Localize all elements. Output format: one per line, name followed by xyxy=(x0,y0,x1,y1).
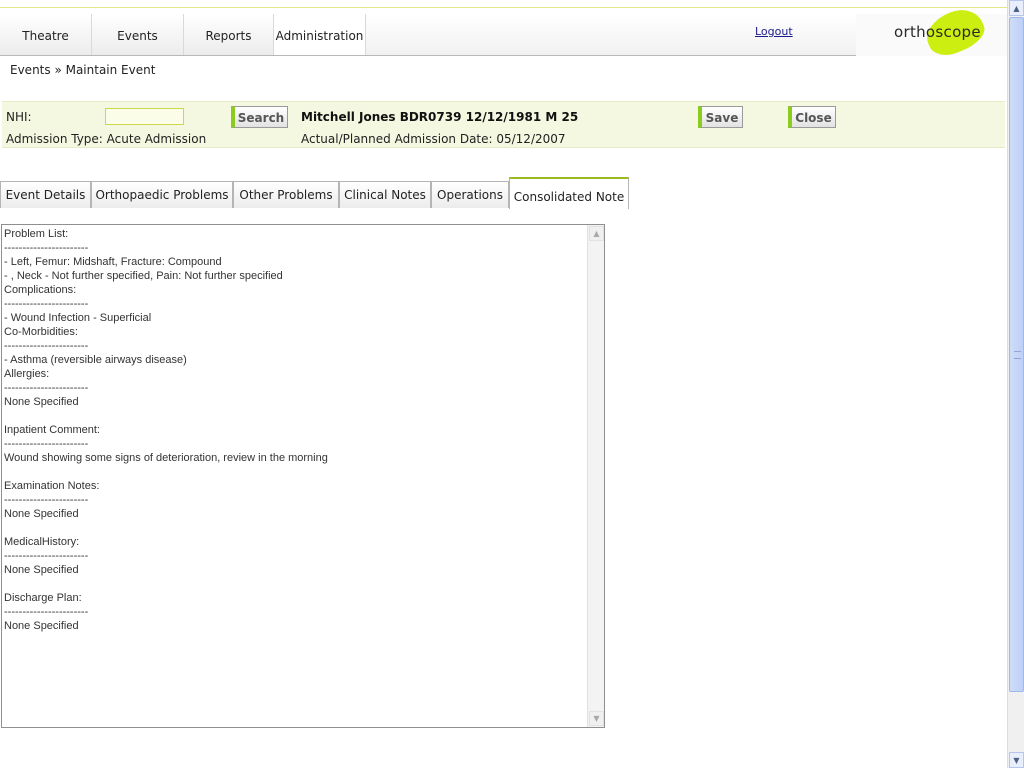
window-scroll-down-icon[interactable]: ▼ xyxy=(1009,752,1024,768)
window-scroll-thumb[interactable] xyxy=(1009,17,1024,692)
scroll-down-icon[interactable]: ▼ xyxy=(589,711,604,726)
nav-tab-administration[interactable]: Administration xyxy=(274,14,366,55)
admission-type: Admission Type: Acute Admission xyxy=(6,132,207,146)
nhi-input[interactable] xyxy=(105,108,184,125)
tab-orthopaedic-problems[interactable]: Orthopaedic Problems xyxy=(91,181,233,208)
admission-date: Actual/Planned Admission Date: 05/12/200… xyxy=(301,132,566,146)
tab-consolidated-note[interactable]: Consolidated Note xyxy=(509,177,629,209)
scroll-up-icon[interactable]: ▲ xyxy=(589,226,604,241)
nav-tab-theatre[interactable]: Theatre xyxy=(0,14,92,55)
breadcrumb: Events » Maintain Event xyxy=(10,63,156,77)
close-button[interactable]: Close xyxy=(788,106,836,128)
nav-tab-events[interactable]: Events xyxy=(92,14,184,55)
patient-summary: Mitchell Jones BDR0739 12/12/1981 M 25 xyxy=(301,110,579,124)
consolidated-note-textarea[interactable]: Problem List: ----------------------- - … xyxy=(1,224,605,728)
window-scrollbar[interactable]: ▲ ▼ xyxy=(1007,0,1024,768)
tab-event-details[interactable]: Event Details xyxy=(0,181,91,208)
consolidated-note-text: Problem List: ----------------------- - … xyxy=(4,228,328,632)
search-button[interactable]: Search xyxy=(231,106,288,128)
page: Theatre Events Reports Administration Lo… xyxy=(0,0,1007,768)
logout-link[interactable]: Logout xyxy=(755,25,793,38)
logo: orthoscope xyxy=(894,23,981,41)
scroll-grip-icon xyxy=(1014,351,1021,359)
tab-clinical-notes[interactable]: Clinical Notes xyxy=(339,181,431,208)
tab-other-problems[interactable]: Other Problems xyxy=(233,181,339,208)
nhi-label: NHI: xyxy=(6,110,32,124)
top-divider xyxy=(0,7,1007,8)
save-button[interactable]: Save xyxy=(698,106,743,128)
note-scrollbar[interactable]: ▲ ▼ xyxy=(587,225,604,727)
tab-operations[interactable]: Operations xyxy=(431,181,509,208)
nav-tab-reports[interactable]: Reports xyxy=(184,14,274,55)
window-scroll-up-icon[interactable]: ▲ xyxy=(1009,0,1024,16)
event-tabs: Event Details Orthopaedic Problems Other… xyxy=(0,177,640,209)
